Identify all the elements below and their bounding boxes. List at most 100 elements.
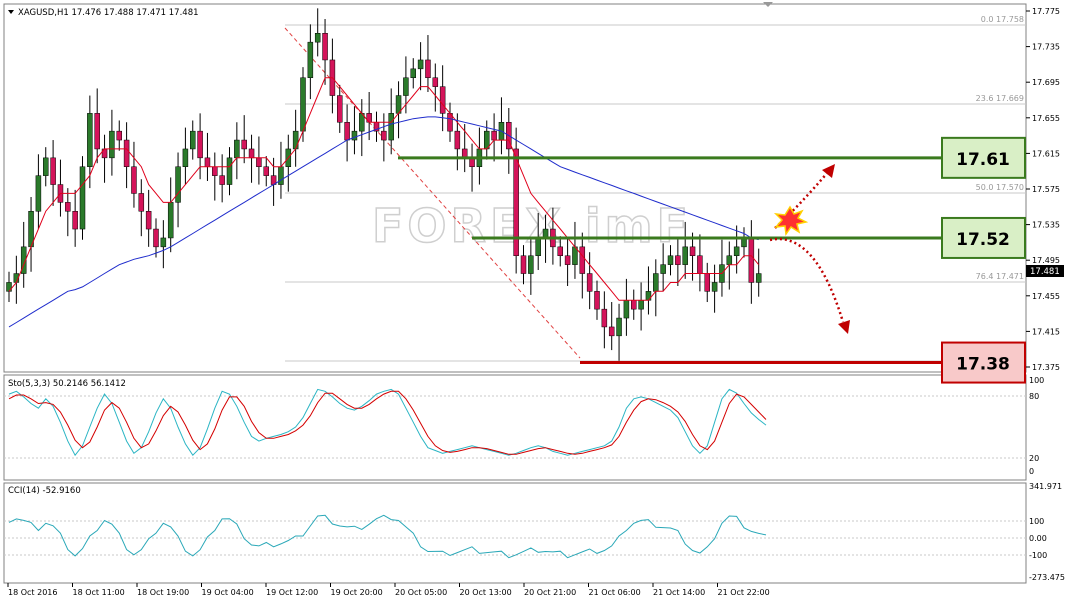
candle-body bbox=[72, 211, 78, 230]
candle-body bbox=[689, 246, 696, 257]
candle-body bbox=[557, 246, 563, 257]
candle-body bbox=[748, 237, 755, 283]
candle-body bbox=[263, 166, 269, 176]
cci-tick-0: 0.00 bbox=[1029, 534, 1047, 543]
candle-body bbox=[167, 202, 174, 239]
candle-body bbox=[653, 273, 659, 292]
candle-body bbox=[182, 148, 189, 167]
time-tick-label: 20 Oct 05:00 bbox=[395, 588, 447, 597]
candle-body bbox=[432, 77, 439, 87]
level-label: 17.52 bbox=[956, 230, 1010, 250]
candle-body bbox=[388, 113, 394, 141]
cci-tick-min: -273.475 bbox=[1029, 573, 1065, 582]
candle-body bbox=[307, 41, 314, 78]
candle-body bbox=[697, 255, 703, 274]
candle-body bbox=[234, 139, 240, 159]
candle-body bbox=[726, 255, 733, 265]
candle-body bbox=[43, 157, 49, 176]
candle-body bbox=[204, 157, 211, 168]
candle-body bbox=[755, 273, 762, 283]
candle-body bbox=[65, 202, 71, 212]
time-tick-label: 21 Oct 22:00 bbox=[718, 588, 770, 597]
candle-body bbox=[711, 282, 718, 292]
candle-body bbox=[314, 33, 321, 43]
candle-body bbox=[579, 246, 586, 274]
stoch-tick-100: 100 bbox=[1029, 376, 1044, 385]
candle-body bbox=[292, 130, 299, 150]
price-tick-label: 17.655 bbox=[1032, 114, 1060, 123]
candle-body bbox=[616, 317, 622, 337]
price-tick-label: 17.375 bbox=[1032, 363, 1060, 372]
candle-body bbox=[35, 175, 42, 212]
time-tick-label: 19 Oct 12:00 bbox=[266, 588, 318, 597]
level-label: 17.61 bbox=[956, 150, 1010, 170]
cci-label: CCI(14) -52.9160 bbox=[8, 486, 81, 496]
candle-body bbox=[631, 300, 637, 310]
candle-body bbox=[241, 139, 247, 150]
cci-tick-100: 100 bbox=[1029, 517, 1044, 526]
fib-label-50: 50.0 17.570 bbox=[976, 183, 1024, 192]
time-tick-label: 18 Oct 2016 bbox=[8, 588, 57, 597]
candle-body bbox=[153, 228, 159, 248]
candle-body bbox=[564, 255, 571, 265]
candle-body bbox=[645, 291, 652, 301]
candle-body bbox=[528, 255, 534, 274]
candle-body bbox=[138, 193, 145, 212]
candle-body bbox=[623, 300, 630, 319]
time-tick-label: 21 Oct 06:00 bbox=[589, 588, 641, 597]
candle-body bbox=[439, 86, 446, 114]
current-price-label: 17.481 bbox=[1030, 267, 1060, 277]
candle-body bbox=[425, 59, 431, 78]
candle-body bbox=[219, 175, 225, 185]
candle-body bbox=[513, 148, 519, 256]
price-tick-label: 17.735 bbox=[1032, 43, 1060, 52]
candle-body bbox=[248, 148, 255, 159]
price-chart[interactable]: FOREX imF 0.0 17.758 23.6 17.669 50.0 17… bbox=[0, 0, 1067, 604]
price-tick-label: 17.455 bbox=[1032, 292, 1060, 301]
candle-body bbox=[586, 273, 593, 292]
price-tick-label: 17.615 bbox=[1032, 149, 1060, 158]
candle-body bbox=[667, 255, 674, 265]
candle-body bbox=[403, 77, 409, 96]
price-tick-label: 17.775 bbox=[1032, 7, 1060, 16]
watermark: FOREX imF bbox=[372, 199, 692, 253]
chart-background bbox=[0, 0, 1067, 604]
candle-body bbox=[109, 130, 115, 159]
candle-body bbox=[123, 139, 130, 168]
fib-label-0: 0.0 17.758 bbox=[981, 15, 1024, 24]
candle-body bbox=[197, 130, 203, 159]
candle-body bbox=[79, 166, 86, 230]
candle-body bbox=[682, 246, 688, 265]
candle-body bbox=[322, 33, 328, 61]
candle-body bbox=[601, 308, 608, 328]
stoch-tick-20: 20 bbox=[1029, 454, 1039, 463]
candle-body bbox=[226, 157, 233, 185]
candle-body bbox=[520, 255, 527, 274]
candle-body bbox=[344, 122, 350, 141]
candle-body bbox=[256, 157, 262, 168]
candle-body bbox=[50, 157, 56, 185]
candle-body bbox=[417, 59, 424, 70]
candle-body bbox=[660, 264, 666, 274]
cci-tick-minus-100: -100 bbox=[1029, 551, 1047, 560]
time-tick-label: 21 Oct 14:00 bbox=[653, 588, 705, 597]
candle-body bbox=[160, 237, 167, 248]
fib-label-23: 23.6 17.669 bbox=[976, 94, 1024, 103]
candle-body bbox=[131, 166, 137, 194]
candle-body bbox=[6, 282, 12, 292]
price-tick-label: 17.535 bbox=[1032, 221, 1060, 230]
time-tick-label: 18 Oct 11:00 bbox=[73, 588, 125, 597]
level-label: 17.38 bbox=[956, 355, 1010, 375]
candle-body bbox=[337, 95, 343, 123]
candle-body bbox=[175, 166, 181, 203]
candle-body bbox=[212, 166, 218, 176]
candle-body bbox=[381, 130, 387, 141]
price-tick-label: 17.495 bbox=[1032, 256, 1060, 265]
price-tick-label: 17.695 bbox=[1032, 78, 1060, 87]
cci-tick-max: 341.971 bbox=[1029, 482, 1062, 491]
candle-body bbox=[116, 130, 122, 141]
time-tick-label: 20 Oct 21:00 bbox=[524, 588, 576, 597]
time-tick-label: 18 Oct 19:00 bbox=[137, 588, 189, 597]
candle-body bbox=[278, 166, 284, 185]
candle-body bbox=[608, 326, 615, 337]
